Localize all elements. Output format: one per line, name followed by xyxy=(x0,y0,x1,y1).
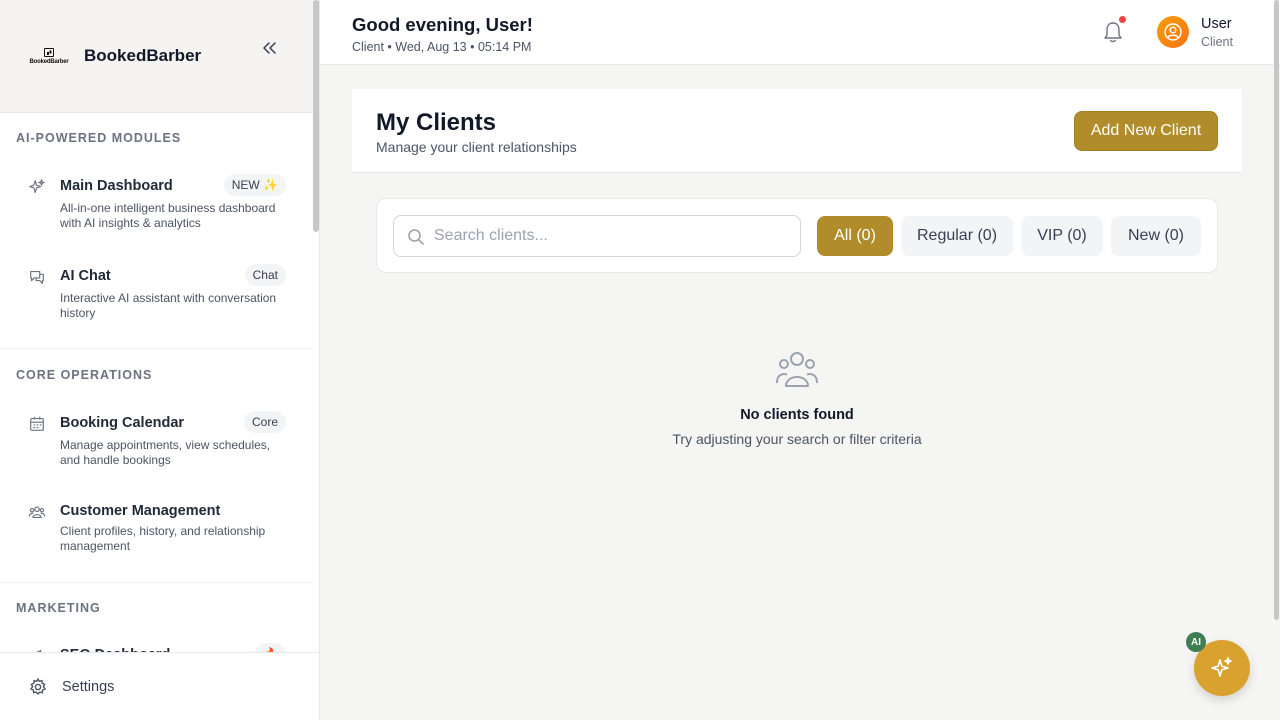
chat-badge: Chat xyxy=(244,264,286,286)
empty-state: No clients found Try adjusting your sear… xyxy=(352,350,1242,447)
empty-subtitle: Try adjusting your search or filter crit… xyxy=(672,431,922,447)
page-subtitle: Manage your client relationships xyxy=(376,139,577,155)
notification-dot xyxy=(1119,16,1126,23)
section-title-core: CORE OPERATIONS xyxy=(16,368,153,382)
ai-badge: AI xyxy=(1186,632,1206,652)
section-divider xyxy=(0,582,313,583)
sidebar-item-desc: Interactive AI assistant with conversati… xyxy=(60,291,277,320)
notifications-button[interactable] xyxy=(1102,16,1126,44)
settings-link[interactable]: Settings xyxy=(62,679,114,695)
sidebar-item-desc: All-in-one intelligent business dashboar… xyxy=(60,201,276,230)
core-badge: Core xyxy=(243,411,286,433)
user-role: Client xyxy=(1201,35,1233,49)
bell-icon xyxy=(1104,22,1122,43)
sidebar-item-main-dashboard[interactable]: Main Dashboard NEW ✨ All-in-one intellig… xyxy=(28,174,286,234)
filter-regular[interactable]: Regular (0) xyxy=(901,216,1013,256)
sidebar-item-booking-calendar[interactable]: Booking Calendar Core Manage appointment… xyxy=(28,411,286,467)
sidebar-item-desc: Client profiles, history, and relationsh… xyxy=(60,524,266,553)
sidebar-item-ai-chat[interactable]: AI Chat Chat Interactive AI assistant wi… xyxy=(28,264,286,320)
add-new-client-button[interactable]: Add New Client xyxy=(1074,111,1218,151)
search-input[interactable] xyxy=(434,216,794,256)
user-name[interactable]: User xyxy=(1201,16,1232,32)
empty-title: No clients found xyxy=(740,407,854,423)
page-title: My Clients xyxy=(376,109,497,136)
users-group-icon xyxy=(776,352,818,387)
search-box xyxy=(393,215,801,257)
sidebar-item-title: Customer Management xyxy=(60,503,221,519)
sidebar-scrollbar[interactable] xyxy=(313,0,319,232)
section-title-marketing: MARKETING xyxy=(16,601,101,615)
greeting: Good evening, User! xyxy=(352,14,533,35)
header-subline: Client • Wed, Aug 13 • 05:14 PM xyxy=(352,40,532,54)
new-badge: NEW ✨ xyxy=(223,174,286,196)
sidebar-item-title: Main Dashboard xyxy=(60,178,173,194)
avatar[interactable] xyxy=(1157,16,1189,48)
search-icon xyxy=(408,229,424,245)
chat-icon xyxy=(30,271,44,284)
chart-icon xyxy=(44,47,54,57)
brand-logo[interactable]: BookedBarber xyxy=(29,45,69,67)
sidebar-item-desc: Manage appointments, view schedules, and… xyxy=(60,438,271,467)
main-scrollbar[interactable] xyxy=(1272,0,1280,620)
user-circle-icon xyxy=(1164,23,1182,41)
section-divider xyxy=(0,348,313,349)
gear-icon xyxy=(29,677,47,695)
sidebar-item-title: Booking Calendar xyxy=(60,415,185,431)
logo-text: BookedBarber xyxy=(29,58,69,65)
filter-bar: All (0) Regular (0) VIP (0) New (0) xyxy=(376,198,1218,273)
brand-name: BookedBarber xyxy=(84,46,202,65)
calendar-icon xyxy=(30,416,44,431)
sidebar-footer: Settings xyxy=(0,652,319,720)
filter-vip[interactable]: VIP (0) xyxy=(1021,216,1103,256)
sidebar-item-title: AI Chat xyxy=(60,268,111,284)
double-chevron-left-icon xyxy=(263,42,276,54)
collapse-sidebar-button[interactable] xyxy=(259,38,279,58)
sidebar-item-customer-management[interactable]: Customer Management Client profiles, his… xyxy=(28,503,286,555)
section-title-ai: AI-POWERED MODULES xyxy=(16,131,182,145)
filter-new[interactable]: New (0) xyxy=(1111,216,1201,256)
sparkles-icon xyxy=(1211,657,1232,677)
users-icon xyxy=(28,506,46,518)
sidebar-header: BookedBarber BookedBarber xyxy=(0,0,319,113)
page-header-card: My Clients Manage your client relationsh… xyxy=(352,89,1242,173)
top-header: Good evening, User! Client • Wed, Aug 13… xyxy=(320,0,1280,65)
sparkles-icon xyxy=(29,179,45,193)
filter-all[interactable]: All (0) xyxy=(817,216,893,256)
main-scrollbar-thumb[interactable] xyxy=(1274,0,1279,620)
sidebar: BookedBarber BookedBarber AI-POWERED MOD… xyxy=(0,0,320,720)
